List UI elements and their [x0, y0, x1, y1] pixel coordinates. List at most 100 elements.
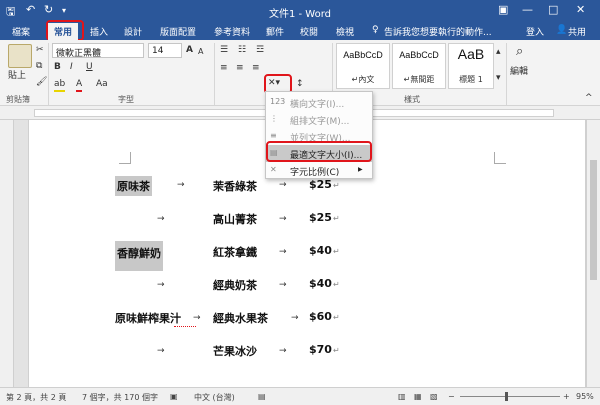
sort-icon[interactable]: ↕	[296, 78, 304, 90]
ribbon-display-options-icon[interactable]: ▣	[498, 3, 508, 16]
paste-button[interactable]: 貼上	[8, 70, 26, 82]
align-center-icon[interactable]: ≡	[236, 62, 244, 74]
styles-more-icon[interactable]: ▾	[496, 72, 501, 84]
tab-arrow: →	[157, 214, 165, 224]
font-color-button[interactable]: A	[76, 78, 83, 92]
cut-icon[interactable]: ✂	[36, 44, 44, 56]
menu-item-combine-characters[interactable]: ⋮ 組排文字(M)...	[266, 111, 372, 128]
share-button[interactable]: 共用	[568, 25, 586, 38]
read-mode-icon[interactable]: ▥	[398, 392, 406, 401]
clear-formatting-button[interactable]: Aa	[96, 78, 108, 90]
editing-button[interactable]: 編輯	[510, 66, 528, 78]
menu-item-name[interactable]: 紅茶拿鐵	[213, 244, 257, 260]
lightbulb-icon[interactable]: ♀	[372, 25, 379, 35]
close-button[interactable]: ✕	[576, 3, 585, 16]
menu-category[interactable]: 原味茶	[115, 176, 152, 196]
paste-icon[interactable]	[8, 44, 32, 68]
margin-corner-mark	[119, 152, 131, 164]
share-icon[interactable]: 👤	[556, 25, 567, 35]
font-group-label: 字型	[118, 95, 134, 104]
zoom-out-icon[interactable]: −	[448, 392, 455, 401]
style-name: ↵內文	[351, 75, 375, 84]
paragraph-mark: ↵	[333, 247, 340, 256]
tab-review[interactable]: 校閱	[300, 25, 318, 38]
style-heading-1[interactable]: AaB 標題 1	[448, 43, 494, 89]
scrollbar-thumb[interactable]	[590, 160, 597, 280]
zoom-slider-handle[interactable]	[505, 392, 508, 401]
ribbon-tab-row: 檔案 常用 插入 設計 版面配置 參考資料 郵件 校閱 檢視 ♀ 告訴我您想要執…	[0, 20, 600, 41]
tab-mailings[interactable]: 郵件	[266, 25, 284, 38]
vertical-ruler[interactable]	[0, 120, 14, 387]
tab-layout[interactable]: 版面配置	[160, 25, 196, 38]
menu-item-price[interactable]: $40	[309, 277, 332, 290]
bold-button[interactable]: B	[54, 61, 61, 73]
style-no-spacing[interactable]: AaBbCcD ↵無間距	[392, 43, 446, 89]
window-title: 文件1 - Word	[268, 9, 332, 20]
menu-item-name[interactable]: 茉香綠茶	[213, 178, 257, 194]
text-highlight-button[interactable]: ab	[54, 78, 66, 92]
menu-item-name[interactable]: 芒果冰沙	[213, 343, 257, 359]
signin-link[interactable]: 登入	[526, 25, 544, 38]
web-layout-icon[interactable]: ▧	[430, 392, 438, 401]
menu-item-name[interactable]: 高山菁茶	[213, 211, 257, 227]
menu-item-price[interactable]: $70	[309, 343, 332, 356]
font-size-box[interactable]: 14	[148, 43, 182, 58]
find-icon[interactable]: ⌕	[516, 45, 523, 58]
zoom-in-icon[interactable]: +	[563, 392, 570, 401]
minimize-button[interactable]: —	[522, 3, 533, 16]
title-bar: 🖫 ↶ ↻ ▾ 文件1 - Word ▣ — □ ✕	[0, 0, 600, 22]
tab-references[interactable]: 參考資料	[214, 25, 250, 38]
menu-item-price[interactable]: $25	[309, 211, 332, 224]
tell-me-box[interactable]: 告訴我您想要執行的動作...	[384, 25, 492, 38]
print-layout-icon[interactable]: ▦	[414, 392, 422, 401]
tab-insert[interactable]: 插入	[90, 25, 108, 38]
bullets-icon[interactable]: ☰	[220, 44, 228, 56]
zoom-slider[interactable]	[460, 396, 560, 397]
tab-file[interactable]: 檔案	[12, 25, 30, 38]
style-sample: AaB	[457, 46, 485, 62]
align-right-icon[interactable]: ≡	[252, 62, 260, 74]
collapse-ribbon-icon[interactable]: ^	[585, 92, 593, 104]
numbering-icon[interactable]: ☷	[238, 44, 246, 56]
tab-arrow: →	[279, 280, 287, 290]
word-count[interactable]: 7 個字，共 170 個字	[82, 392, 158, 403]
italic-button[interactable]: I	[70, 61, 73, 73]
shrink-font-button[interactable]: A	[198, 46, 203, 58]
menu-item-price[interactable]: $40	[309, 244, 332, 257]
multilevel-list-icon[interactable]: ☲	[256, 44, 264, 56]
group-separator	[214, 43, 215, 105]
menu-item-character-scaling[interactable]: ✕ 字元比例(C) ▶	[266, 162, 372, 179]
zoom-level[interactable]: 95%	[576, 392, 594, 401]
macro-icon[interactable]: ▤	[258, 392, 266, 401]
menu-item-name[interactable]: 經典水果茶	[213, 310, 268, 326]
menu-item-vertical-text[interactable]: 123 橫向文字(I)...	[266, 94, 372, 111]
menu-item-price[interactable]: $25	[309, 178, 332, 191]
menu-item-label: 字元比例(C)	[290, 168, 340, 178]
style-normal[interactable]: AaBbCcD ↵內文	[336, 43, 390, 89]
font-name-box[interactable]: 微軟正黑體	[52, 43, 144, 59]
page-count[interactable]: 第 2 頁，共 2 頁	[6, 392, 66, 403]
vertical-text-icon: 123	[270, 97, 286, 106]
clipboard-group-label: 剪貼簿	[6, 95, 30, 104]
format-painter-icon[interactable]: 🖌	[36, 76, 47, 88]
proofing-icon[interactable]: ▣	[170, 392, 178, 401]
tab-view[interactable]: 檢視	[336, 25, 354, 38]
status-bar: 第 2 頁，共 2 頁 7 個字，共 170 個字 ▣ 中文 (台灣) ▤ ▥ …	[0, 387, 600, 405]
copy-icon[interactable]: ⧉	[36, 60, 42, 72]
tab-design[interactable]: 設計	[124, 25, 142, 38]
two-lines-icon: ≡	[270, 131, 277, 140]
align-left-icon[interactable]: ≡	[220, 62, 228, 74]
language-label[interactable]: 中文 (台灣)	[194, 392, 235, 403]
styles-scroll-up-icon[interactable]: ▴	[496, 46, 501, 58]
menu-item-name[interactable]: 經典奶茶	[213, 277, 257, 293]
character-scaling-icon: ✕	[270, 165, 277, 174]
menu-category[interactable]: 香醇鮮奶	[115, 241, 163, 271]
tab-home[interactable]: 常用	[48, 23, 79, 40]
asian-layout-icon[interactable]: ✕▾	[268, 77, 280, 89]
menu-item-price[interactable]: $60	[309, 310, 332, 323]
underline-button[interactable]: U	[86, 61, 93, 73]
menu-category[interactable]: 原味鮮榨果汁	[115, 310, 181, 326]
grow-font-button[interactable]: A	[186, 44, 193, 56]
maximize-button[interactable]: □	[548, 3, 558, 16]
vertical-scrollbar[interactable]	[586, 120, 600, 387]
